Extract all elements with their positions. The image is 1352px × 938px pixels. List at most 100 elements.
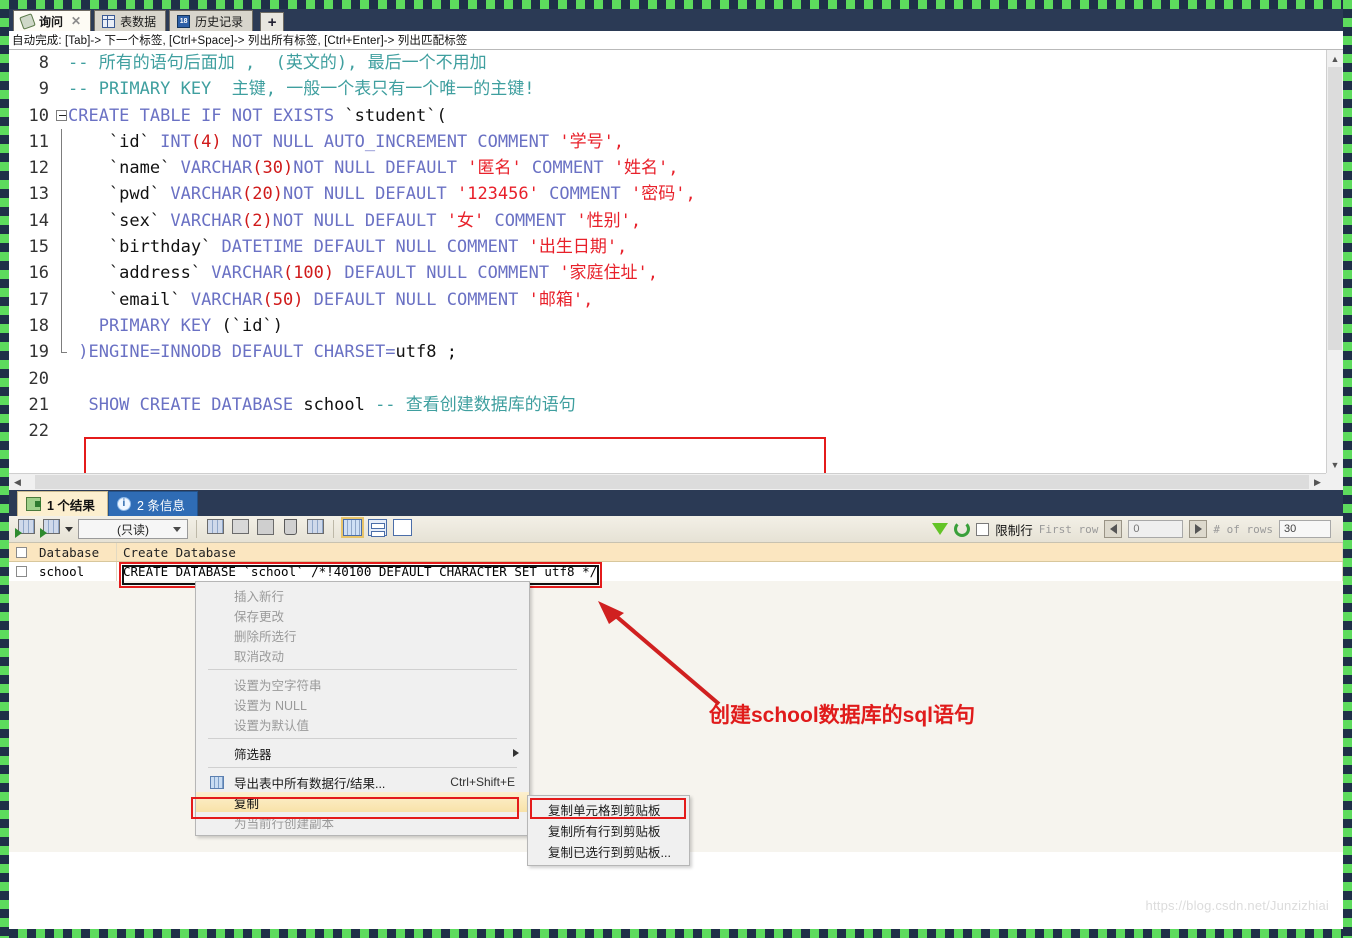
submenu-item[interactable]: 复制已选行到剪贴板... bbox=[528, 841, 689, 862]
grid-header-row: Database Create Database bbox=[9, 543, 1343, 562]
menu-item-label: 导出表中所有数据行/结果... bbox=[234, 776, 386, 791]
scrollbar-thumb[interactable] bbox=[1328, 67, 1342, 350]
fold-column bbox=[55, 366, 68, 392]
export-icon bbox=[210, 775, 224, 789]
fold-column bbox=[55, 392, 68, 418]
row-checkbox[interactable] bbox=[9, 562, 33, 581]
menu-item-label: 筛选器 bbox=[234, 747, 272, 762]
editor-vertical-scrollbar[interactable]: ▲ ▼ bbox=[1326, 50, 1343, 473]
menu-item-shortcut: Ctrl+Shift+E bbox=[450, 775, 515, 789]
refresh-icon[interactable] bbox=[954, 521, 971, 537]
code-text: `sex` VARCHAR(2)NOT NULL DEFAULT '女' COM… bbox=[68, 210, 642, 231]
toolbar-divider bbox=[333, 520, 334, 538]
add-record-icon[interactable] bbox=[205, 519, 225, 539]
funnel-icon[interactable] bbox=[932, 523, 949, 535]
menu-item[interactable]: 筛选器 bbox=[196, 743, 529, 763]
frame-edge-bottom bbox=[0, 929, 1352, 938]
menu-separator bbox=[208, 767, 517, 768]
next-page-button[interactable] bbox=[1189, 520, 1208, 538]
fold-guide bbox=[61, 207, 62, 235]
code-line: 17 `email` VARCHAR(50) DEFAULT NULL COMM… bbox=[9, 286, 1326, 313]
line-number: 13 bbox=[9, 181, 55, 208]
menu-item: 插入新行 bbox=[196, 585, 529, 605]
new-tab-button[interactable]: + bbox=[260, 12, 285, 31]
tab-query-label: 询问 bbox=[39, 14, 64, 29]
scroll-down-icon[interactable]: ▼ bbox=[1327, 456, 1343, 473]
apply-changes-icon[interactable] bbox=[40, 519, 60, 539]
menu-item: 保存更改 bbox=[196, 605, 529, 625]
fold-column bbox=[55, 260, 68, 287]
watermark: https://blog.csdn.net/Junzizhiai bbox=[1145, 898, 1329, 913]
fold-column bbox=[55, 339, 68, 365]
sql-code[interactable]: 8 -- 所有的语句后面加 , (英文的), 最后一个不用加 9 -- PRIMARY… bbox=[9, 50, 1326, 445]
readonly-select[interactable]: (只读) bbox=[78, 519, 188, 539]
chevron-right-icon bbox=[1194, 524, 1202, 534]
close-icon[interactable]: ✕ bbox=[71, 14, 81, 28]
line-number: 17 bbox=[9, 286, 55, 313]
refresh-record-icon[interactable] bbox=[230, 519, 250, 539]
editor-horizontal-scrollbar[interactable]: ◀ ▶ bbox=[9, 473, 1326, 490]
tab-query[interactable]: 询问 ✕ bbox=[13, 10, 92, 31]
code-line: 8 -- 所有的语句后面加 , (英文的), 最后一个不用加 bbox=[9, 50, 1326, 77]
num-rows-input[interactable]: 30 bbox=[1279, 520, 1331, 538]
result-grid: Database Create Database school CREATE D… bbox=[9, 543, 1343, 588]
column-header-database[interactable]: Database bbox=[33, 543, 117, 561]
code-text: SHOW CREATE DATABASE school -- 查看创建数据库的语… bbox=[68, 394, 576, 415]
sql-editor[interactable]: 8 -- 所有的语句后面加 , (英文的), 最后一个不用加 9 -- PRIMARY… bbox=[9, 50, 1326, 473]
prev-page-button[interactable] bbox=[1104, 520, 1123, 538]
grid-toolbar-right: 限制行 First row 0 # of rows 30 bbox=[932, 520, 1337, 539]
tab-history[interactable]: 18 历史记录 bbox=[169, 10, 254, 31]
result-tab-strip: 1 个结果 i 2 条信息 bbox=[9, 490, 1343, 516]
fold-guide bbox=[61, 128, 62, 156]
fold-column bbox=[55, 207, 68, 235]
fold-guide bbox=[61, 181, 62, 208]
submenu-item[interactable]: 复制所有行到剪贴板 bbox=[528, 820, 689, 841]
fold-guide bbox=[61, 260, 62, 287]
line-number: 18 bbox=[9, 312, 55, 340]
result-tab-messages[interactable]: i 2 条信息 bbox=[107, 491, 198, 516]
chevron-down-icon[interactable] bbox=[65, 526, 73, 532]
menu-item[interactable]: 导出表中所有数据行/结果... Ctrl+Shift+E bbox=[196, 772, 529, 792]
first-row-label: First row bbox=[1038, 522, 1099, 536]
scroll-right-icon[interactable]: ▶ bbox=[1309, 474, 1326, 490]
menu-item: 设置为默认值 bbox=[196, 714, 529, 734]
app-window: 询问 ✕ 表数据 18 历史记录 + 自动完成: [Tab]-> 下一个标签, … bbox=[9, 9, 1343, 929]
scroll-up-icon[interactable]: ▲ bbox=[1327, 50, 1343, 67]
tab-table-data[interactable]: 表数据 bbox=[94, 10, 167, 31]
insert-row-icon[interactable] bbox=[15, 519, 35, 539]
save-icon[interactable] bbox=[255, 519, 275, 539]
line-number: 9 bbox=[9, 76, 55, 103]
frame-edge-right bbox=[1343, 0, 1352, 938]
code-line: 11 `id` INT(4) NOT NULL AUTO_INCREMENT C… bbox=[9, 128, 1326, 156]
line-number: 21 bbox=[9, 391, 55, 419]
scroll-left-icon[interactable]: ◀ bbox=[9, 474, 26, 490]
cancel-changes-icon[interactable] bbox=[305, 519, 325, 539]
menu-item: 取消改动 bbox=[196, 645, 529, 665]
code-line: 10 CREATE TABLE IF NOT EXISTS `student`( bbox=[9, 102, 1326, 129]
sql-editor-pane: 8 -- 所有的语句后面加 , (英文的), 最后一个不用加 9 -- PRIMARY… bbox=[9, 50, 1343, 490]
view-rows-icon[interactable] bbox=[367, 519, 387, 539]
first-row-input[interactable]: 0 bbox=[1128, 520, 1184, 538]
fold-guide bbox=[61, 155, 62, 182]
cell-database[interactable]: school bbox=[33, 562, 117, 581]
view-lines-icon[interactable] bbox=[392, 519, 412, 539]
menu-item-label: 插入新行 bbox=[234, 589, 285, 604]
code-text: `address` VARCHAR(100) DEFAULT NULL COMM… bbox=[68, 263, 659, 284]
result-tab-results[interactable]: 1 个结果 bbox=[17, 491, 108, 516]
scrollbar-thumb-h[interactable] bbox=[35, 475, 1316, 489]
info-icon: i bbox=[116, 497, 131, 511]
fold-collapse-icon[interactable] bbox=[56, 109, 67, 121]
column-header-create-database[interactable]: Create Database bbox=[117, 543, 1343, 561]
fold-column bbox=[55, 286, 68, 313]
sql-highlight-box bbox=[84, 437, 826, 473]
code-line: 16 `address` VARCHAR(100) DEFAULT NULL C… bbox=[9, 260, 1326, 287]
line-number: 15 bbox=[9, 234, 55, 261]
code-text: `name` VARCHAR(30)NOT NULL DEFAULT '匿名' … bbox=[68, 158, 679, 179]
select-all-checkbox[interactable] bbox=[9, 543, 33, 561]
limit-rows-checkbox[interactable] bbox=[976, 522, 990, 536]
view-grid-icon[interactable] bbox=[341, 517, 364, 539]
delete-icon[interactable] bbox=[280, 519, 300, 539]
code-text: `email` VARCHAR(50) DEFAULT NULL COMMENT… bbox=[68, 289, 594, 310]
toolbar-divider bbox=[196, 520, 197, 538]
fold-column bbox=[55, 181, 68, 208]
